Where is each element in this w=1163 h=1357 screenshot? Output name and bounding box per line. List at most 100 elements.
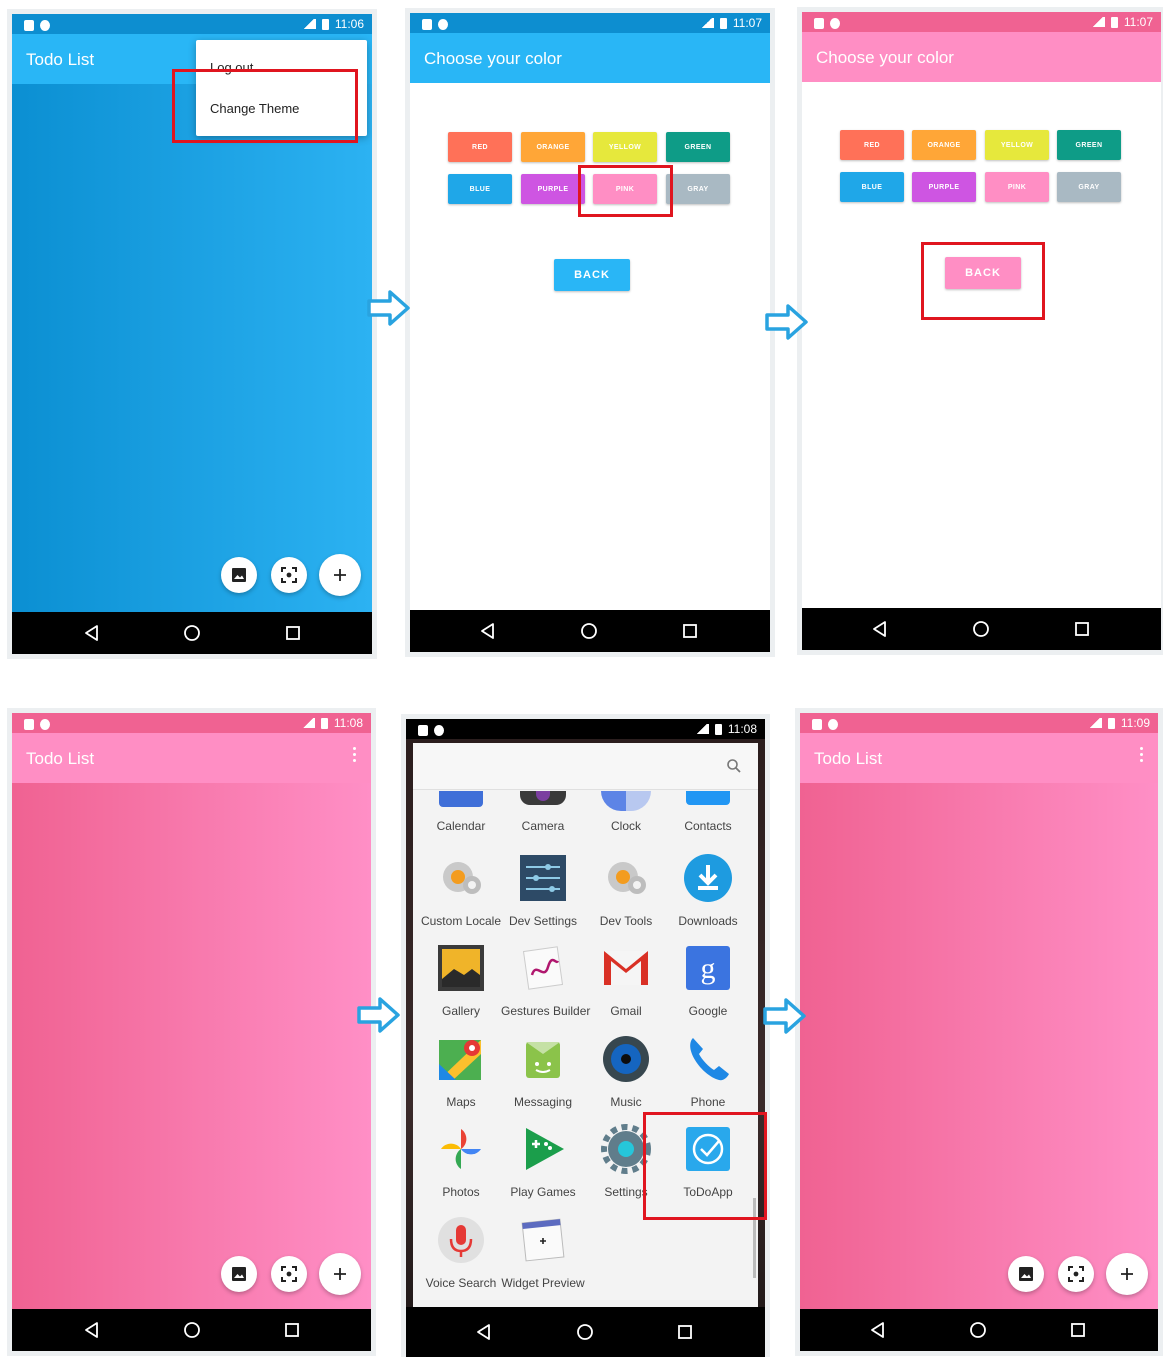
nav-bar xyxy=(800,1309,1158,1351)
app-maps[interactable]: Maps xyxy=(419,1034,503,1109)
status-time: 11:07 xyxy=(732,16,762,30)
android-icon xyxy=(40,20,50,32)
app-contacts[interactable]: Contacts xyxy=(666,791,750,833)
app-search-bar[interactable] xyxy=(413,743,758,790)
sd-card-icon xyxy=(24,20,34,32)
recents-nav-icon[interactable] xyxy=(680,621,700,641)
back-nav-icon[interactable] xyxy=(868,1320,888,1340)
status-time: 11:07 xyxy=(1123,15,1153,29)
back-button[interactable]: BACK xyxy=(554,259,630,291)
status-time: 11:09 xyxy=(1120,716,1150,730)
home-nav-icon[interactable] xyxy=(579,621,599,641)
status-bar: 11:06 xyxy=(12,14,372,34)
sd-card-icon xyxy=(422,19,432,31)
color-yellow-button[interactable]: YELLOW xyxy=(985,130,1049,160)
back-nav-icon[interactable] xyxy=(82,1320,102,1340)
back-nav-icon[interactable] xyxy=(478,621,498,641)
recents-nav-icon[interactable] xyxy=(1072,619,1092,639)
app-photos[interactable]: Photos xyxy=(419,1124,503,1199)
pinwheel-icon xyxy=(441,1129,481,1169)
app-drawer: Calendar Camera Clock Contacts Custom Lo… xyxy=(413,743,758,1307)
app-gmail[interactable]: Gmail xyxy=(584,943,668,1018)
app-messaging[interactable]: Messaging xyxy=(501,1034,585,1109)
color-gray-button[interactable]: GRAY xyxy=(666,174,730,204)
color-purple-button[interactable]: PURPLE xyxy=(521,174,585,204)
app-label: Play Games xyxy=(510,1185,576,1199)
app-label: Custom Locale xyxy=(420,914,502,928)
color-green-button[interactable]: GREEN xyxy=(666,132,730,162)
back-nav-icon[interactable] xyxy=(82,623,102,643)
recents-nav-icon[interactable] xyxy=(675,1322,695,1342)
back-nav-icon[interactable] xyxy=(870,619,890,639)
search-icon[interactable] xyxy=(726,758,742,774)
nav-bar xyxy=(410,610,770,652)
google-icon: g xyxy=(686,946,730,990)
scan-button[interactable] xyxy=(271,557,307,593)
scan-button[interactable] xyxy=(271,1256,307,1292)
color-yellow-button[interactable]: YELLOW xyxy=(593,132,657,162)
nav-bar xyxy=(406,1307,765,1357)
app-clock[interactable]: Clock xyxy=(584,791,668,833)
color-purple-button[interactable]: PURPLE xyxy=(912,172,976,202)
home-nav-icon[interactable] xyxy=(575,1322,595,1342)
add-button[interactable] xyxy=(319,1253,361,1295)
image-icon xyxy=(232,568,246,582)
signal-icon xyxy=(694,724,709,734)
plus-icon xyxy=(1121,1268,1133,1280)
add-button[interactable] xyxy=(1106,1253,1148,1295)
color-blue-button[interactable]: BLUE xyxy=(840,172,904,202)
app-label: Gallery xyxy=(441,1004,480,1018)
nav-bar xyxy=(12,612,372,654)
app-calendar[interactable]: Calendar xyxy=(419,791,503,833)
recents-nav-icon[interactable] xyxy=(282,1320,302,1340)
app-dev-tools[interactable]: Dev Tools xyxy=(584,853,668,928)
home-nav-icon[interactable] xyxy=(971,619,991,639)
back-nav-icon[interactable] xyxy=(474,1322,494,1342)
app-phone[interactable]: Phone xyxy=(666,1034,750,1109)
app-google[interactable]: g Google xyxy=(666,943,750,1018)
color-red-button[interactable]: RED xyxy=(448,132,512,162)
status-bar: 11:09 xyxy=(800,713,1158,733)
home-nav-icon[interactable] xyxy=(182,1320,202,1340)
battery-icon xyxy=(714,723,722,735)
home-nav-icon[interactable] xyxy=(968,1320,988,1340)
overflow-menu-icon[interactable] xyxy=(353,747,357,763)
image-button[interactable] xyxy=(221,557,257,593)
screen-5-app-drawer: 11:08 Calendar Camera Clock Contacts Cus… xyxy=(406,719,765,1357)
overflow-menu-icon[interactable] xyxy=(1140,747,1144,763)
page-title: Todo List xyxy=(26,749,95,768)
app-camera[interactable]: Camera xyxy=(501,791,585,833)
widget-preview-icon xyxy=(521,1218,565,1262)
image-button[interactable] xyxy=(1008,1256,1044,1292)
color-pink-button[interactable]: PINK xyxy=(985,172,1049,202)
color-green-button[interactable]: GREEN xyxy=(1057,130,1121,160)
app-play-games[interactable]: Play Games xyxy=(501,1124,585,1199)
color-orange-button[interactable]: ORANGE xyxy=(912,130,976,160)
color-orange-button[interactable]: ORANGE xyxy=(521,132,585,162)
image-button[interactable] xyxy=(221,1256,257,1292)
focus-scan-icon xyxy=(281,1266,297,1282)
add-button[interactable] xyxy=(319,554,361,596)
app-custom-locale[interactable]: Custom Locale xyxy=(419,853,503,928)
image-icon xyxy=(232,1267,246,1281)
recents-nav-icon[interactable] xyxy=(1068,1320,1088,1340)
scan-button[interactable] xyxy=(1058,1256,1094,1292)
app-dev-settings[interactable]: Dev Settings xyxy=(501,853,585,928)
map-icon xyxy=(439,1040,481,1080)
recents-nav-icon[interactable] xyxy=(283,623,303,643)
color-red-button[interactable]: RED xyxy=(840,130,904,160)
app-voice-search[interactable]: Voice Search xyxy=(419,1215,503,1290)
color-blue-button[interactable]: BLUE xyxy=(448,174,512,204)
color-gray-button[interactable]: GRAY xyxy=(1057,172,1121,202)
app-widget-preview[interactable]: Widget Preview xyxy=(501,1215,585,1290)
app-label: Dev Tools xyxy=(599,914,653,928)
app-downloads[interactable]: Downloads xyxy=(666,853,750,928)
android-icon xyxy=(828,719,838,731)
app-label: Camera xyxy=(521,819,565,833)
app-gallery[interactable]: Gallery xyxy=(419,943,503,1018)
app-gestures-builder[interactable]: Gestures Builder xyxy=(501,943,590,1018)
app-label: Widget Preview xyxy=(501,1276,585,1290)
page-title: Choose your color xyxy=(816,48,954,67)
home-nav-icon[interactable] xyxy=(182,623,202,643)
app-music[interactable]: Music xyxy=(584,1034,668,1109)
